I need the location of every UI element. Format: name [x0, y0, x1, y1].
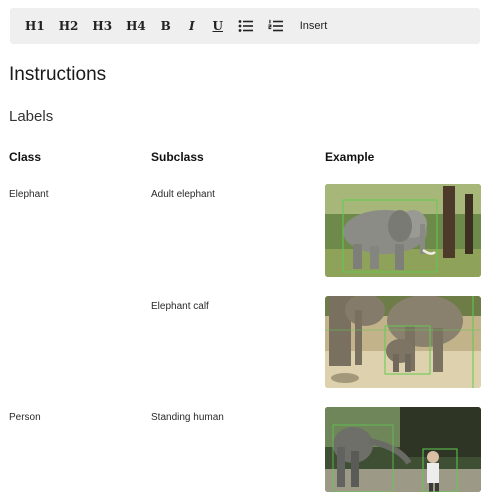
numbered-list-button[interactable]: [263, 13, 289, 39]
section-title: Labels: [9, 108, 54, 125]
row-subclass-cell: Standing human: [151, 412, 224, 423]
bullet-list-button[interactable]: [233, 13, 259, 39]
row-subclass-cell: Adult elephant: [151, 189, 215, 200]
h2-button[interactable]: H2: [54, 13, 84, 39]
row-class-cell: Elephant: [9, 189, 49, 200]
numbered-list-icon: [268, 19, 284, 33]
elephant-calf-example-image: [325, 296, 481, 388]
editor-toolbar: H1 H2 H3 H4 B I U Insert: [10, 8, 480, 44]
standing-human-example-image: [325, 407, 481, 492]
row-class-cell: Person: [9, 412, 41, 423]
bullet-list-icon: [238, 19, 254, 33]
column-header-class: Class: [9, 150, 42, 164]
insert-button[interactable]: Insert: [295, 13, 333, 39]
page-title: Instructions: [9, 64, 107, 85]
column-header-example: Example: [325, 150, 375, 164]
adult-elephant-example-image: [325, 184, 481, 277]
instructions-page: H1 H2 H3 H4 B I U Insert Instructions La…: [0, 0, 490, 492]
h1-button[interactable]: H1: [20, 13, 50, 39]
row-subclass-cell: Elephant calf: [151, 301, 209, 312]
h3-button[interactable]: H3: [87, 13, 117, 39]
column-header-subclass: Subclass: [151, 150, 204, 164]
h4-button[interactable]: H4: [121, 13, 151, 39]
underline-button[interactable]: U: [207, 13, 229, 39]
italic-button[interactable]: I: [181, 13, 203, 39]
bold-button[interactable]: B: [155, 13, 177, 39]
